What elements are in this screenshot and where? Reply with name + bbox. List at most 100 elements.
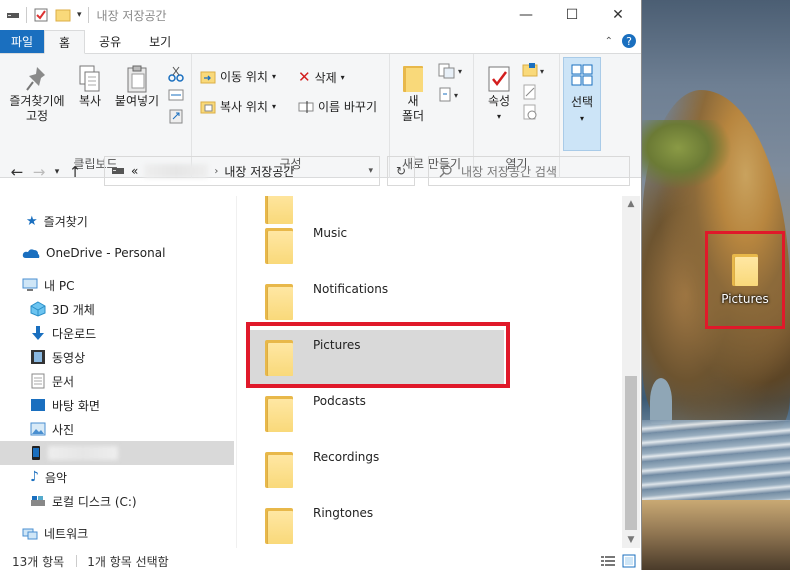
quick-access-toolbar: ▾ xyxy=(0,0,89,30)
sidebar-item-local-disk[interactable]: 로컬 디스크 (C:) xyxy=(0,489,234,513)
drive-icon xyxy=(7,13,19,18)
properties-check-icon[interactable] xyxy=(33,7,49,23)
pane-divider xyxy=(236,196,237,548)
list-item[interactable]: Ringtones xyxy=(248,498,504,548)
sidebar-item-device[interactable] xyxy=(0,441,234,465)
list-item[interactable]: Recordings xyxy=(248,442,504,498)
new-folder-quick-icon[interactable] xyxy=(55,7,71,23)
address-current[interactable]: 내장 저장공간 xyxy=(224,163,294,180)
properties-label: 속성 xyxy=(487,94,511,108)
sidebar-item-desktop[interactable]: 바탕 화면 xyxy=(0,393,234,417)
sidebar-item-label: 다운로드 xyxy=(52,326,97,341)
sidebar-item-label: 동영상 xyxy=(52,350,86,365)
sidebar-item-downloads[interactable]: 다운로드 xyxy=(0,321,234,345)
separator xyxy=(76,555,78,567)
recent-locations-icon[interactable]: ▾ xyxy=(50,167,64,177)
highlight-box xyxy=(246,322,510,388)
maximize-button[interactable]: ☐ xyxy=(549,0,595,30)
file-name: Recordings xyxy=(313,450,380,464)
copy-label: 복사 xyxy=(78,94,102,108)
tab-home[interactable]: 홈 xyxy=(44,30,86,54)
tab-file[interactable]: 파일 xyxy=(0,30,44,53)
svg-text:?: ? xyxy=(626,35,632,48)
vertical-scrollbar[interactable]: ▲ ▼ xyxy=(622,196,640,548)
select-label: 선택 xyxy=(570,95,594,109)
paste-button[interactable]: 붙여넣기 xyxy=(110,64,164,109)
collapse-ribbon-icon[interactable]: ⌃ xyxy=(605,36,613,47)
sidebar-item-videos[interactable]: 동영상 xyxy=(0,345,234,369)
sidebar-item-onedrive[interactable]: OneDrive - Personal xyxy=(0,241,234,265)
folder-icon xyxy=(732,254,758,286)
scroll-thumb[interactable] xyxy=(625,376,637,530)
refresh-button[interactable]: ↻ xyxy=(387,156,415,186)
hard-drive-icon xyxy=(31,496,45,506)
select-button[interactable]: 선택 ▾ xyxy=(563,57,601,151)
list-item[interactable]: Music xyxy=(248,218,504,274)
rename-button[interactable]: 이름 바꾸기 xyxy=(298,98,377,115)
selected-count: 1개 항목 선택함 xyxy=(87,554,169,569)
delete-x-icon: ✕ xyxy=(298,68,311,86)
rename-icon xyxy=(298,100,314,113)
address-bar[interactable]: « › 내장 저장공간 ▾ xyxy=(104,156,380,186)
folder-icon xyxy=(265,508,293,544)
address-dropdown-icon[interactable]: ▾ xyxy=(368,166,373,176)
cloud-icon xyxy=(22,249,40,258)
up-arrow-icon[interactable]: ↑ xyxy=(64,163,86,181)
forward-arrow-icon[interactable]: → xyxy=(28,163,50,181)
copy-path-icon[interactable] xyxy=(168,88,184,102)
search-input[interactable]: 내장 저장공간 검색 xyxy=(461,163,557,180)
sidebar-item-label: 음악 xyxy=(44,470,68,485)
dropdown-icon: ▾ xyxy=(340,72,345,82)
sidebar-item-quick-access[interactable]: ★ 즐겨찾기 xyxy=(0,209,234,233)
tab-share[interactable]: 공유 xyxy=(85,30,135,53)
open-with-icon[interactable]: ▾ xyxy=(522,62,548,80)
file-name: Podcasts xyxy=(313,394,366,408)
easy-access-icon[interactable]: ▾ xyxy=(438,86,462,104)
select-grid-icon xyxy=(571,64,593,86)
scroll-up-icon[interactable]: ▲ xyxy=(622,196,640,212)
sidebar-item-pictures[interactable]: 사진 xyxy=(0,417,234,441)
folder-icon xyxy=(265,452,293,488)
desktop-arch xyxy=(650,378,672,424)
help-icon[interactable]: ? xyxy=(621,33,637,49)
address-overflow[interactable]: « xyxy=(131,164,138,178)
large-icons-view-icon[interactable] xyxy=(622,554,636,568)
pin-icon xyxy=(26,67,45,91)
sidebar-item-documents[interactable]: 문서 xyxy=(0,369,234,393)
svg-text:▾: ▾ xyxy=(458,67,462,76)
new-folder-icon xyxy=(403,66,423,92)
download-arrow-icon xyxy=(32,326,44,340)
paste-shortcut-icon[interactable] xyxy=(168,108,184,124)
sidebar-item-music[interactable]: ♪ 음악 xyxy=(0,465,234,489)
scroll-down-icon[interactable]: ▼ xyxy=(622,532,640,548)
sidebar-item-label: OneDrive - Personal xyxy=(46,246,166,260)
sidebar-item-network[interactable]: 네트워크 xyxy=(0,521,234,545)
copy-button[interactable]: 복사 xyxy=(72,64,108,109)
desktop-pictures-folder[interactable]: Pictures xyxy=(705,231,785,329)
back-arrow-icon[interactable]: ← xyxy=(6,163,28,181)
navigation-bar: ← → ▾ ↑ « › 내장 저장공간 ▾ ↻ 내장 저장공간 검색 xyxy=(0,156,642,188)
delete-button[interactable]: ✕ 삭제 ▾ xyxy=(298,68,345,86)
close-button[interactable]: ✕ xyxy=(595,0,641,30)
move-to-button[interactable]: 이동 위치 ▾ xyxy=(200,68,276,85)
sidebar-item-this-pc[interactable]: 내 PC xyxy=(0,273,234,297)
search-icon xyxy=(439,165,452,178)
cut-icon[interactable] xyxy=(168,66,184,82)
tab-view[interactable]: 보기 xyxy=(135,30,185,53)
edit-icon[interactable] xyxy=(522,84,538,100)
customize-toolbar-icon[interactable]: ▾ xyxy=(77,10,82,20)
list-item[interactable]: Podcasts xyxy=(248,386,504,442)
file-name: Ringtones xyxy=(313,506,374,520)
properties-button[interactable]: 속성 ▾ xyxy=(482,64,516,124)
file-explorer-window: ▾ 내장 저장공간 — ☐ ✕ 파일 홈 공유 보기 ⌃ ? 즐겨찾기에 고정 xyxy=(0,0,642,570)
sidebar-item-3d-objects[interactable]: 3D 개체 xyxy=(0,297,234,321)
copy-to-button[interactable]: 복사 위치 ▾ xyxy=(200,98,276,115)
details-view-icon[interactable] xyxy=(600,554,616,568)
history-icon[interactable] xyxy=(522,104,538,120)
new-item-icon[interactable]: ▾ xyxy=(438,62,462,80)
search-box[interactable]: 내장 저장공간 검색 xyxy=(428,156,630,186)
minimize-button[interactable]: — xyxy=(503,0,549,30)
new-folder-button[interactable]: 새 폴더 xyxy=(398,64,428,124)
pin-quick-access-button[interactable]: 즐겨찾기에 고정 xyxy=(4,64,70,124)
copy-to-label: 복사 위치 xyxy=(220,100,268,114)
